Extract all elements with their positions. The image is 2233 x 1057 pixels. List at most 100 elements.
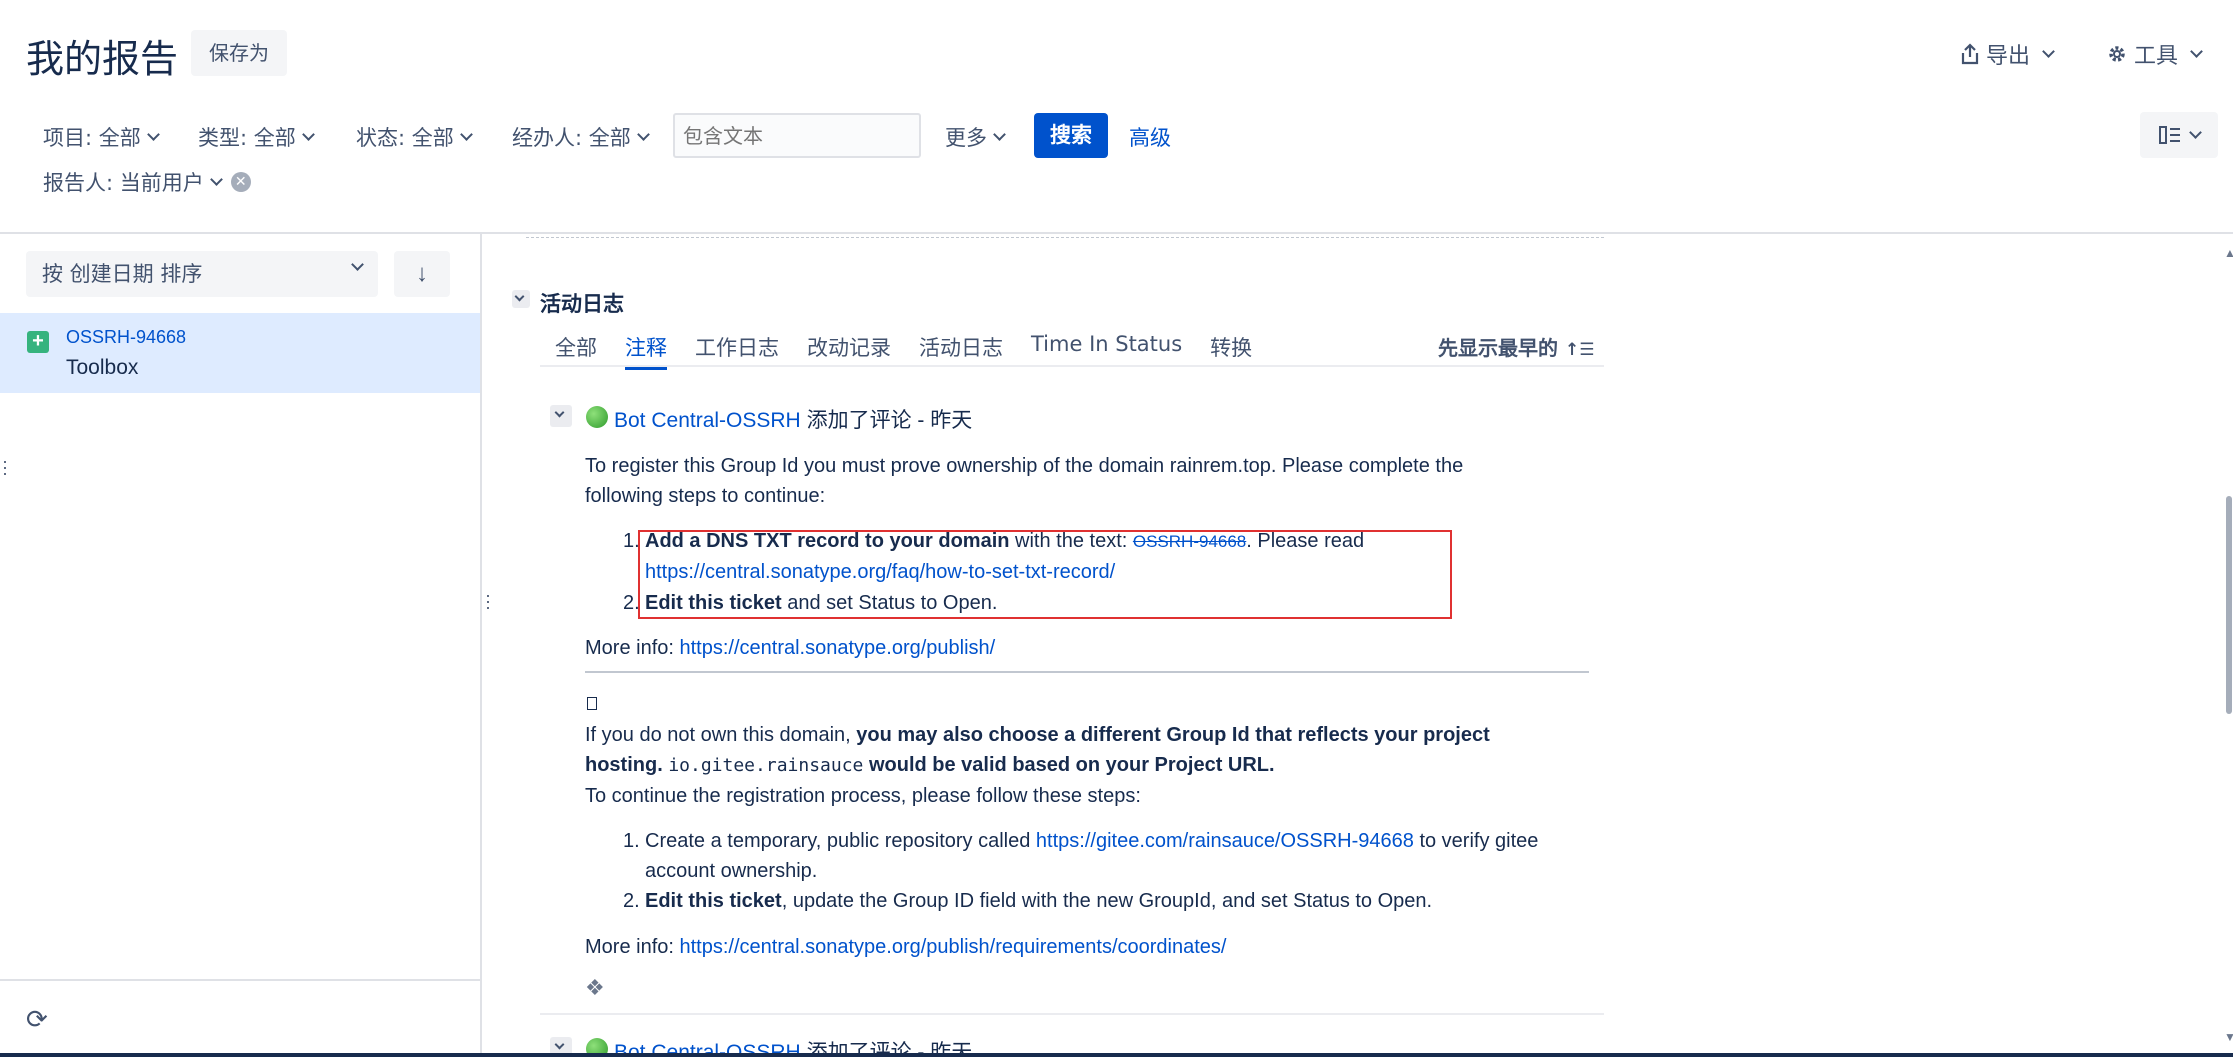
placeholder-glyph <box>587 697 597 710</box>
alternative-text-1: If you do not own this domain, you may a… <box>585 720 1490 750</box>
filter-type-label: 类型: 全部 <box>198 126 296 150</box>
suggested-group-id: io.gitee.rainsauce <box>668 755 864 776</box>
sort-direction-button[interactable]: ↓ <box>394 251 450 297</box>
chevron-down-icon <box>459 127 473 141</box>
chevron-down-icon <box>514 291 525 302</box>
gear-icon <box>2109 46 2125 62</box>
sort-select-label: 按 创建日期 排序 <box>42 262 203 286</box>
tab-worklog[interactable]: 工作日志 <box>695 332 779 366</box>
gitee-repo-link[interactable]: https://gitee.com/rainsauce/OSSRH-94668 <box>1036 830 1414 852</box>
avatar[interactable] <box>586 406 608 428</box>
layout-switcher-button[interactable] <box>2140 112 2218 158</box>
chevron-down-icon <box>636 127 650 141</box>
filter-project[interactable]: 项目: 全部 <box>43 122 160 152</box>
link-icon: ❖ <box>585 975 605 1000</box>
filter-more[interactable]: 更多 <box>945 122 1006 152</box>
more-info-label: More info: <box>585 637 680 659</box>
tab-comments[interactable]: 注释 <box>625 332 667 370</box>
more-info-link[interactable]: https://central.sonatype.org/publish/ <box>679 637 995 659</box>
sort-select[interactable]: 按 创建日期 排序 <box>26 251 378 297</box>
filter-assignee-label: 经办人: 全部 <box>512 126 631 150</box>
tab-activity[interactable]: 活动日志 <box>919 332 1003 366</box>
chevron-down-icon <box>301 127 315 141</box>
filter-type[interactable]: 类型: 全部 <box>198 122 315 152</box>
save-as-button[interactable]: 保存为 <box>191 30 287 76</box>
filter-project-label: 项目: 全部 <box>43 126 141 150</box>
tab-history[interactable]: 改动记录 <box>807 332 891 366</box>
list-number: 1. <box>623 830 640 852</box>
advanced-search-link[interactable]: 高级 <box>1129 122 1171 152</box>
alt-step-2-text: , update the Group ID field with the new… <box>781 890 1433 912</box>
tab-time-in-status[interactable]: Time In Status <box>1031 332 1182 366</box>
issue-list-panel: 按 创建日期 排序 ↓ + OSSRH-94668 Toolbox ⟳ <box>0 234 482 1057</box>
new-feature-icon: + <box>27 331 49 353</box>
export-button[interactable]: 导出 <box>1960 38 2055 70</box>
divider <box>540 1013 1604 1015</box>
activity-tabs: 全部 注释 工作日志 改动记录 活动日志 Time In Status 转换 <box>555 332 1280 370</box>
list-view-icon <box>2158 126 2180 144</box>
chevron-down-icon <box>2188 125 2202 139</box>
chevron-down-icon <box>993 127 1006 141</box>
alt-prefix: If you do not own this domain, <box>585 724 857 746</box>
text-search-input[interactable] <box>673 113 921 158</box>
alt-step-1-text: Create a temporary, public repository ca… <box>645 830 1036 852</box>
tab-all[interactable]: 全部 <box>555 332 597 366</box>
issue-key[interactable]: OSSRH-94668 <box>66 327 186 348</box>
section-collapse-toggle[interactable] <box>512 290 530 308</box>
activity-section-title: 活动日志 <box>540 292 624 316</box>
scroll-down-arrow[interactable]: ▼ <box>2224 1030 2233 1044</box>
divider <box>0 979 480 981</box>
chevron-down-icon <box>2042 44 2055 58</box>
comment-action: 添加了评论 - 昨天 <box>800 409 973 432</box>
divider <box>526 237 1604 238</box>
coordinates-link[interactable]: https://central.sonatype.org/publish/req… <box>679 936 1226 958</box>
chevron-down-icon <box>351 258 364 271</box>
more-info-row: More info: https://central.sonatype.org/… <box>585 633 995 663</box>
comment-author-link[interactable]: Bot Central-OSSRH <box>614 409 801 432</box>
alt-step-1-after: to verify gitee <box>1413 830 1539 852</box>
panel-splitter[interactable]: · · · <box>485 586 491 616</box>
tools-label: 工具 <box>2134 44 2179 69</box>
alt-step-1: Create a temporary, public repository ca… <box>645 826 1538 856</box>
page-header: 我的报告 保存为 导出 工具 项目: 全部 类型: 全部 状态: 全部 经办人:… <box>0 0 2233 234</box>
filter-reporter[interactable]: 报告人: 当前用户 ✕ <box>43 167 251 197</box>
scroll-up-arrow[interactable]: ▲ <box>2224 246 2233 260</box>
alt-bold: you may also choose a different Group Id… <box>856 724 1490 746</box>
collapse-handle[interactable]: · · · <box>2 452 8 482</box>
divider <box>540 365 1604 367</box>
filter-status[interactable]: 状态: 全部 <box>356 122 473 152</box>
sort-order-label: 先显示最早的 <box>1438 336 1558 360</box>
comment-text: To register this Group Id you must prove… <box>585 455 1464 477</box>
alternative-text-2: hosting. io.gitee.rainsauce would be val… <box>585 750 1275 781</box>
chevron-down-icon <box>209 172 223 186</box>
more-info-row-2: More info: https://central.sonatype.org/… <box>585 932 1226 962</box>
chevron-down-icon <box>2190 44 2203 58</box>
search-button[interactable]: 搜索 <box>1034 113 1108 158</box>
tools-button[interactable]: 工具 <box>2106 38 2203 70</box>
page-title: 我的报告 <box>26 37 179 81</box>
more-info-label: More info: <box>585 936 680 958</box>
chevron-down-icon <box>554 407 565 418</box>
tab-transitions[interactable]: 转换 <box>1210 332 1252 366</box>
alt-step-2: Edit this ticket, update the Group ID fi… <box>645 886 1432 916</box>
filter-status-label: 状态: 全部 <box>356 126 454 150</box>
clear-icon[interactable]: ✕ <box>230 172 251 192</box>
alternative-text-3: To continue the registration process, pl… <box>585 785 1141 807</box>
sort-ascending-icon: ↑☰ <box>1564 340 1595 360</box>
comment-collapse-toggle[interactable] <box>550 405 572 427</box>
refresh-icon[interactable]: ⟳ <box>26 1004 48 1035</box>
comment-text: following steps to continue: <box>585 485 826 507</box>
chevron-down-icon <box>554 1039 565 1050</box>
filter-reporter-label: 报告人: 当前用户 <box>43 171 204 195</box>
list-item[interactable]: + OSSRH-94668 Toolbox <box>0 313 480 393</box>
filter-assignee[interactable]: 经办人: 全部 <box>512 122 650 152</box>
issue-summary: Toolbox <box>66 356 139 379</box>
export-label: 导出 <box>1986 44 2031 69</box>
share-icon <box>1961 43 1979 65</box>
scrollbar-thumb[interactable] <box>2226 496 2232 714</box>
list-number: 2. <box>623 890 640 912</box>
sort-order-toggle[interactable]: 先显示最早的 ↑☰ <box>1438 332 1594 361</box>
highlight-annotation-box <box>638 530 1452 619</box>
window-bottom-edge <box>0 1053 2233 1057</box>
divider <box>585 671 1589 673</box>
